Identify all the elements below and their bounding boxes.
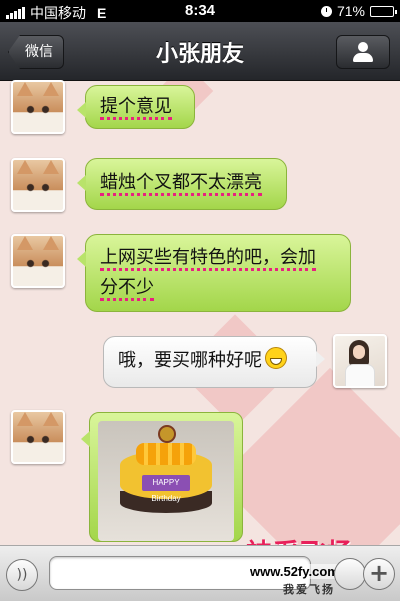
medal-icon: [158, 425, 176, 443]
voice-input-button[interactable]: )): [6, 559, 38, 591]
grin-emoji-icon: [265, 347, 287, 369]
alarm-icon: [320, 5, 332, 17]
friend-avatar[interactable]: [11, 234, 65, 288]
add-attachment-button[interactable]: +: [363, 558, 395, 590]
image-message[interactable]: HAPPY Birthday: [81, 412, 243, 542]
status-bar: 中国移动 E 8:34 71%: [0, 0, 400, 22]
message-text: 哦，要买哪种好呢: [118, 350, 262, 371]
friend-avatar[interactable]: [11, 80, 65, 134]
profile-button[interactable]: [336, 35, 390, 69]
message-bubble[interactable]: 上网买些有特色的吧，会加 分不少: [77, 234, 351, 312]
message-text-line2: 分不少: [100, 277, 154, 301]
message-bubble[interactable]: 提个意见: [77, 85, 195, 129]
battery-icon: [370, 5, 397, 17]
person-icon: [358, 42, 368, 52]
message-text: 提个意见: [100, 96, 172, 120]
navigation-bar: 微信 小张朋友: [0, 22, 400, 81]
message-text-line1: 上网买些有特色的吧，会加: [100, 247, 316, 271]
sent-message-bubble[interactable]: 哦，要买哪种好呢: [103, 336, 325, 388]
my-avatar[interactable]: [333, 334, 387, 388]
watermark-url: www.52fy.com: [248, 564, 341, 579]
message-text: 蜡烛个叉都不太漂亮: [100, 172, 262, 196]
message-bubble[interactable]: 蜡烛个叉都不太漂亮: [77, 158, 287, 210]
cake-photo: HAPPY Birthday: [98, 421, 234, 541]
cake-label: HAPPY Birthday: [142, 475, 190, 503]
friend-avatar[interactable]: [11, 410, 65, 464]
friend-avatar[interactable]: [11, 158, 65, 212]
battery-percent: 71%: [336, 3, 365, 19]
emoji-button[interactable]: [334, 558, 366, 590]
watermark-motto: 我爱飞扬: [283, 583, 335, 596]
